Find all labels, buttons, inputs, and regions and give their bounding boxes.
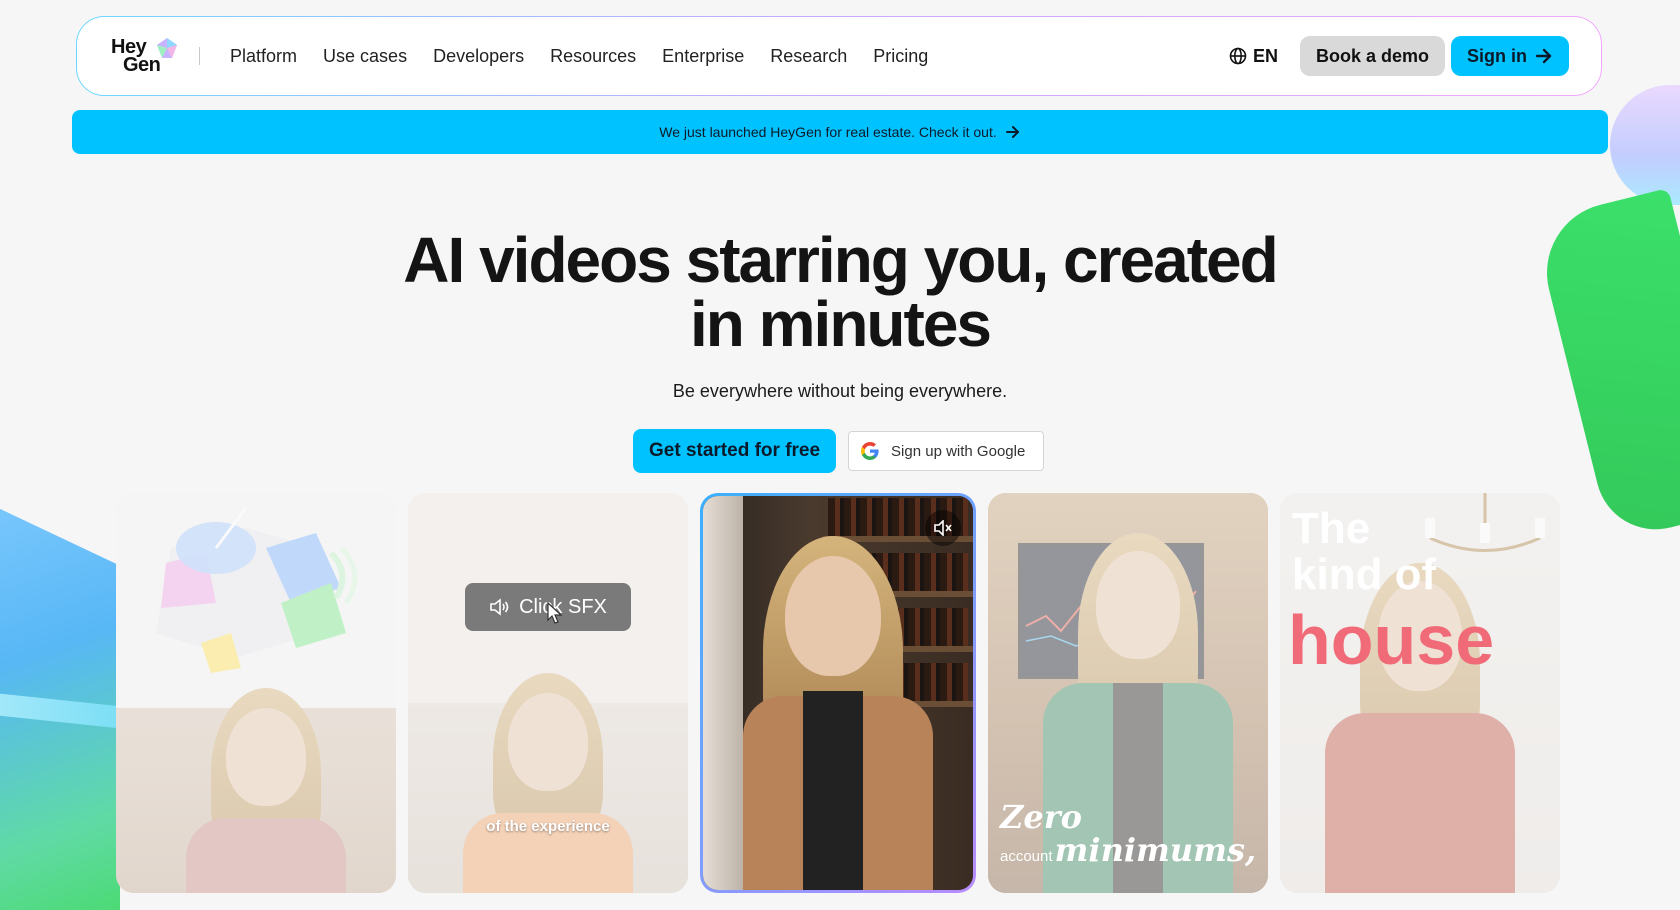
nav-item-pricing[interactable]: Pricing (873, 46, 928, 67)
nav-item-use-cases[interactable]: Use cases (323, 46, 407, 67)
card-4-caption-big: minimums, (1054, 831, 1257, 869)
logo-line-2: Gen (123, 54, 161, 76)
hero-title-line-1: AI videos starring you, created (403, 224, 1278, 296)
nav-item-resources[interactable]: Resources (550, 46, 636, 67)
hero-title: AI videos starring you, created in minut… (0, 228, 1680, 356)
nav-item-enterprise[interactable]: Enterprise (662, 46, 744, 67)
language-label: EN (1252, 45, 1278, 66)
main-nav: Platform Use cases Developers Resources … (230, 46, 954, 67)
video-cards-row: Click SFX of the experience Zero account… (116, 493, 1560, 893)
get-started-button[interactable]: Get started for free (633, 429, 837, 473)
google-signup-label: Sign up with Google (891, 442, 1026, 460)
hero-subtitle: Be everywhere without being everywhere. (672, 381, 1008, 401)
video-card-2[interactable]: Click SFX of the experience (408, 493, 688, 893)
arrow-right-icon (1005, 126, 1019, 138)
announcement-banner[interactable]: We just launched HeyGen for real estate.… (72, 110, 1608, 154)
card-5-caption-line-1: The (1292, 504, 1371, 553)
nav-item-developers[interactable]: Developers (433, 46, 524, 67)
nav-item-research[interactable]: Research (770, 46, 847, 67)
video-card-1[interactable] (116, 493, 396, 893)
video-card-5[interactable]: The kind of house (1280, 493, 1560, 893)
mute-button[interactable] (925, 510, 961, 546)
nav-item-platform[interactable]: Platform (230, 46, 297, 67)
cursor-icon (547, 601, 563, 624)
card-2-caption: of the experience (486, 818, 610, 835)
card-1-graphic (116, 493, 396, 708)
hero-cta-row: Get started for free Sign up with Google (633, 429, 1045, 473)
logo-gem-icon (157, 38, 177, 58)
arrow-right-icon (1535, 48, 1552, 64)
card-5-caption-line-2: kind of (1292, 550, 1437, 599)
speaker-muted-icon (934, 520, 952, 536)
google-icon (861, 442, 879, 460)
video-card-3-active[interactable] (700, 493, 976, 893)
card-4-caption-line-2: account minimums, (1000, 831, 1256, 869)
card-1-scene (116, 688, 396, 893)
top-navbar: Hey Gen Platform Use cases Developers Re… (76, 16, 1602, 96)
nav-actions: EN Book a demo Sign in (1229, 36, 1569, 76)
card-5-caption-line-3: house (1288, 601, 1495, 679)
sign-in-button[interactable]: Sign in (1451, 36, 1569, 76)
sign-in-label: Sign in (1467, 45, 1527, 66)
globe-icon (1229, 47, 1247, 65)
announcement-text: We just launched HeyGen for real estate.… (659, 124, 997, 140)
hero-title-line-2: in minutes (689, 288, 992, 360)
card-3-scene (703, 496, 973, 890)
card-2-scene (408, 673, 688, 893)
heygen-logo[interactable]: Hey Gen (111, 32, 177, 80)
video-card-4[interactable]: Zero account minimums, (988, 493, 1268, 893)
logo-wordmark: Hey Gen (111, 37, 161, 76)
google-signup-button[interactable]: Sign up with Google (848, 431, 1045, 471)
book-demo-button[interactable]: Book a demo (1299, 36, 1445, 76)
3d-shapes-graphic (156, 507, 358, 673)
card-4-caption-small: account (1000, 848, 1053, 865)
speaker-icon (490, 598, 509, 616)
decorative-blob-right-top (1610, 85, 1680, 205)
language-selector[interactable]: EN (1229, 46, 1278, 67)
nav-divider (199, 47, 200, 65)
